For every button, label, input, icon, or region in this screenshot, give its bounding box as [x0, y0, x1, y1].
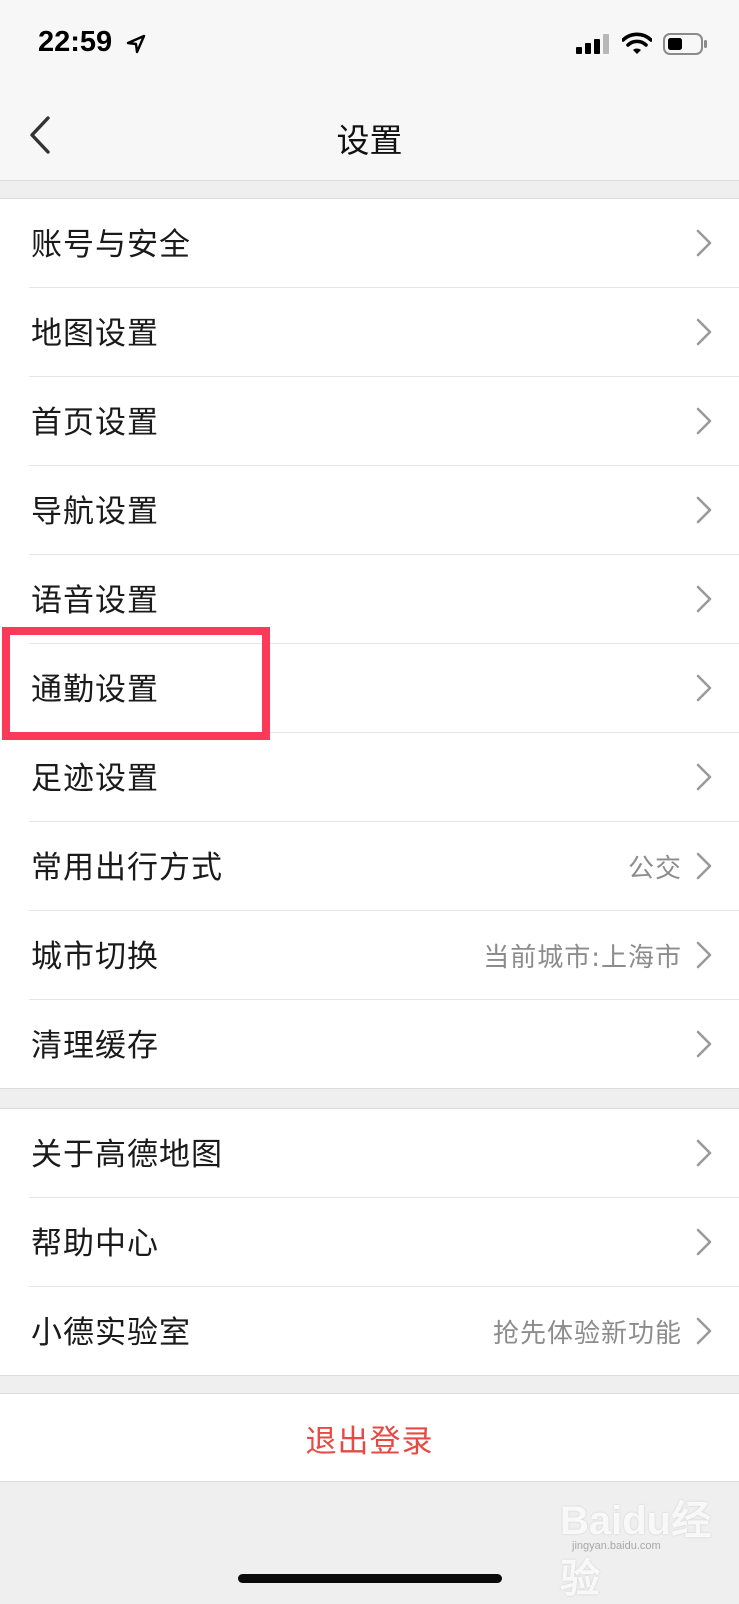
row-label: 导航设置	[31, 494, 159, 530]
wifi-icon	[622, 32, 652, 54]
settings-row-clear-cache[interactable]: 清理缓存	[29, 1000, 739, 1088]
settings-row-map-settings[interactable]: 地图设置	[29, 288, 739, 377]
location-arrow-icon	[126, 34, 146, 54]
page-title: 设置	[336, 121, 403, 160]
chevron-right-icon	[696, 1317, 712, 1345]
row-label: 关于高德地图	[31, 1137, 223, 1173]
row-label: 账号与安全	[31, 227, 191, 263]
chevron-right-icon	[696, 852, 712, 880]
chevron-right-icon	[696, 941, 712, 969]
settings-row-about-amap[interactable]: 关于高德地图	[29, 1109, 739, 1198]
row-value: 抢先体验新功能	[492, 1319, 682, 1349]
row-label: 常用出行方式	[31, 850, 223, 886]
battery-icon	[663, 33, 707, 55]
row-label: 语音设置	[31, 583, 159, 619]
row-label: 地图设置	[31, 316, 159, 352]
settings-row-home-settings[interactable]: 首页设置	[29, 377, 739, 466]
row-label: 足迹设置	[31, 761, 159, 797]
navigation-bar: 设置	[0, 90, 739, 181]
chevron-right-icon	[696, 1228, 712, 1256]
chevron-right-icon	[696, 407, 712, 435]
settings-row-navigation-settings[interactable]: 导航设置	[29, 466, 739, 555]
chevron-right-icon	[696, 318, 712, 346]
status-bar: 22:59	[0, 0, 739, 90]
logout-section: 退出登录	[0, 1393, 739, 1482]
row-value: 公交	[627, 854, 682, 884]
row-value: 当前城市:上海市	[483, 943, 682, 973]
row-label: 小德实验室	[31, 1315, 191, 1351]
watermark-url: jingyan.baidu.com	[572, 1540, 661, 1552]
chevron-right-icon	[696, 1139, 712, 1167]
settings-row-account-security[interactable]: 账号与安全	[29, 199, 739, 288]
row-label: 帮助中心	[31, 1226, 159, 1262]
chevron-right-icon	[696, 585, 712, 613]
chevron-right-icon	[696, 763, 712, 791]
row-label: 清理缓存	[31, 1028, 159, 1064]
settings-group-about: 关于高德地图 帮助中心 小德实验室 抢先体验新功能	[0, 1108, 739, 1376]
settings-row-help-center[interactable]: 帮助中心	[29, 1198, 739, 1287]
row-label: 首页设置	[31, 405, 159, 441]
chevron-right-icon	[696, 229, 712, 257]
settings-row-footprint-settings[interactable]: 足迹设置	[29, 733, 739, 822]
cellular-signal-icon	[576, 34, 609, 54]
highlight-box	[2, 627, 270, 740]
settings-row-city-switch[interactable]: 城市切换 当前城市:上海市	[29, 911, 739, 1000]
logout-button[interactable]: 退出登录	[0, 1416, 739, 1461]
settings-row-travel-mode[interactable]: 常用出行方式 公交	[29, 822, 739, 911]
home-indicator[interactable]	[238, 1574, 502, 1583]
chevron-right-icon	[696, 674, 712, 702]
status-time: 22:59	[38, 26, 113, 58]
row-label: 城市切换	[31, 939, 159, 975]
chevron-right-icon	[696, 1030, 712, 1058]
chevron-right-icon	[696, 496, 712, 524]
settings-row-lab[interactable]: 小德实验室 抢先体验新功能	[29, 1287, 739, 1375]
